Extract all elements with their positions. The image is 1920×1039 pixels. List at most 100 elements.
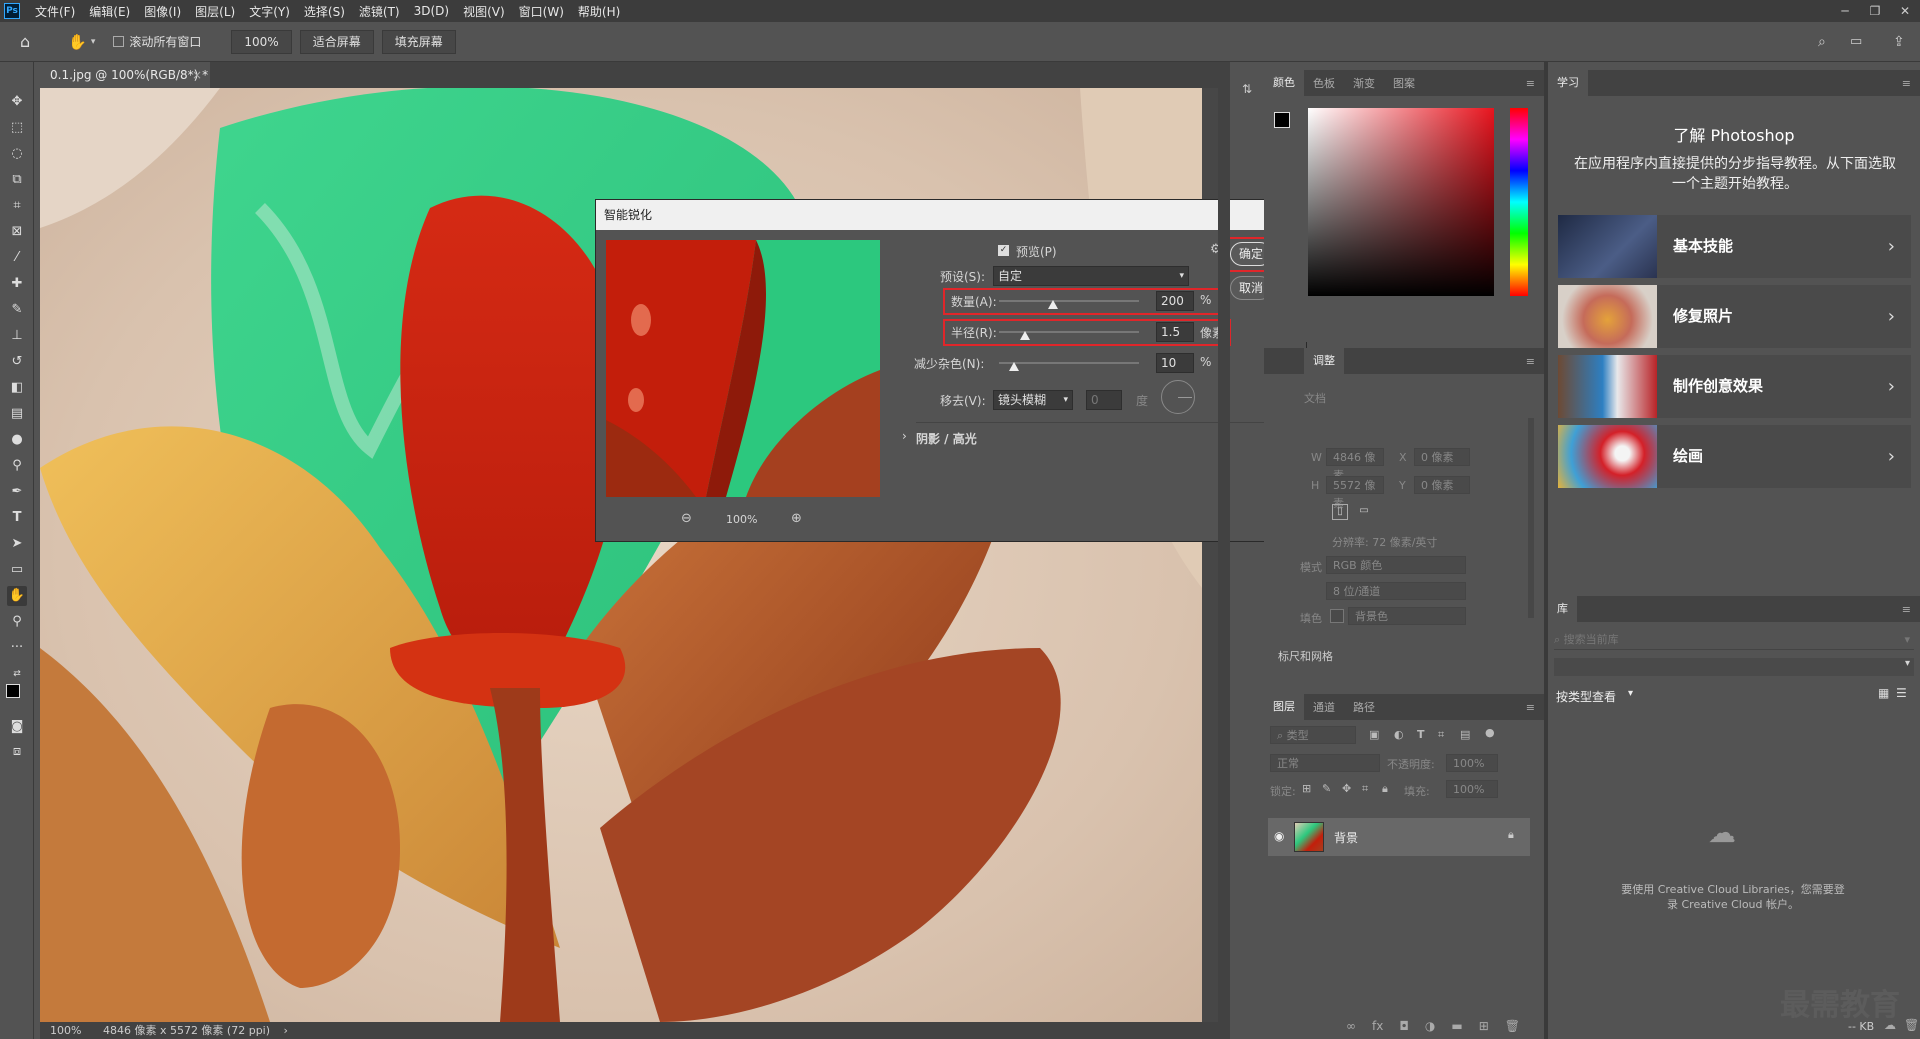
zoom-in-icon[interactable]: ⊕ [791, 511, 802, 526]
tab-adjustments[interactable]: 调整 [1304, 348, 1344, 374]
radius-input[interactable]: 1.5 [1156, 322, 1194, 342]
tab-swatches[interactable]: 色板 [1304, 75, 1344, 91]
grid-view-icon[interactable]: ▦ [1878, 686, 1889, 700]
height-field[interactable]: 5572 像素 [1326, 476, 1384, 510]
crop-tool-icon[interactable]: ⌗ [7, 196, 27, 216]
hand-tool-icon-active[interactable]: ✋ [7, 586, 27, 606]
lock-all-icon[interactable]: 🔒︎ [1382, 782, 1388, 796]
pen-tool-icon[interactable]: ✒ [7, 482, 27, 502]
screen-mode-icon[interactable]: ⧈ [7, 742, 27, 762]
list-view-icon[interactable]: ☰ [1896, 686, 1907, 700]
mode-dropdown[interactable]: RGB 颜色 [1326, 556, 1466, 574]
fill-dropdown[interactable]: 背景色 [1348, 607, 1466, 625]
blend-mode-dropdown[interactable]: 正常 [1270, 754, 1380, 772]
rectangle-tool-icon[interactable]: ▭ [7, 560, 27, 580]
menu-filter[interactable]: 滤镜(T) [352, 3, 407, 20]
history-icon[interactable]: ⇅ [1230, 74, 1264, 104]
menu-3d[interactable]: 3D(D) [407, 4, 456, 18]
menu-image[interactable]: 图像(I) [137, 3, 188, 20]
props-scrollbar[interactable] [1528, 418, 1534, 618]
hand-tool-icon[interactable]: ✋ [68, 33, 87, 51]
library-search[interactable]: ⌕ 搜索当前库 ▾ [1554, 630, 1914, 650]
delete-icon[interactable]: 🗑︎ [1904, 1018, 1919, 1032]
landscape-icon[interactable]: ▭ [1356, 504, 1372, 520]
history-brush-icon[interactable]: ↺ [7, 352, 27, 372]
close-tab-icon[interactable]: × [192, 62, 202, 88]
menu-edit[interactable]: 编辑(E) [82, 3, 137, 20]
fill-field[interactable]: 100% [1446, 780, 1498, 798]
status-zoom[interactable]: 100% [50, 1024, 81, 1037]
tab-libraries[interactable]: 库 [1548, 596, 1577, 622]
remove-dropdown[interactable]: 镜头模糊 ▾ [993, 390, 1073, 410]
layer-filter-dropdown[interactable]: ⌕ 类型 [1270, 726, 1356, 744]
healing-tool-icon[interactable]: ✚ [7, 274, 27, 294]
menu-select[interactable]: 选择(S) [297, 3, 352, 20]
tab-learn[interactable]: 学习 [1548, 70, 1588, 96]
fit-screen-button[interactable]: 适合屏幕 [299, 29, 374, 54]
amount-slider-track[interactable] [999, 300, 1139, 302]
path-select-icon[interactable]: ➤ [7, 534, 27, 554]
chevron-down-icon[interactable]: ▾ [1628, 688, 1633, 699]
depth-dropdown[interactable]: 8 位/通道 [1326, 582, 1466, 600]
width-field[interactable]: 4846 像素 [1326, 448, 1384, 482]
zoom-100-button[interactable]: 100% [231, 29, 292, 54]
eyedropper-tool-icon[interactable]: ⁄ [7, 248, 27, 268]
home-icon[interactable]: ⌂ [20, 32, 30, 51]
filter-adjust-icon[interactable]: ◐ [1394, 728, 1404, 741]
learn-item-painting[interactable]: 绘画 › [1558, 425, 1911, 488]
hue-slider[interactable] [1510, 108, 1528, 296]
frame-tool-icon[interactable]: ⊠ [7, 222, 27, 242]
lock-transparent-icon[interactable]: ⊞ [1302, 782, 1311, 795]
amount-slider-thumb[interactable] [1048, 300, 1058, 309]
share-icon[interactable]: ⇪ [1893, 34, 1905, 50]
tab-paths[interactable]: 路径 [1344, 699, 1384, 715]
dodge-tool-icon[interactable]: ⚲ [7, 456, 27, 476]
lock-artboard-icon[interactable]: ⌗ [1362, 782, 1368, 796]
y-field[interactable]: 0 像素 [1414, 476, 1470, 494]
menu-file[interactable]: 文件(F) [28, 3, 82, 20]
add-mask-icon[interactable]: ◘ [1399, 1019, 1409, 1039]
angle-dial[interactable] [1161, 380, 1195, 414]
type-tool-icon[interactable]: T [7, 508, 27, 528]
lasso-tool-icon[interactable]: ◌ [7, 144, 27, 164]
preview-checkbox[interactable]: ✓ [998, 245, 1009, 256]
tab-channels[interactable]: 通道 [1304, 699, 1344, 715]
lock-paint-icon[interactable]: ✎ [1322, 782, 1331, 795]
status-arrow-icon[interactable]: › [284, 1024, 288, 1037]
view-by-type[interactable]: 按类型查看 [1556, 688, 1616, 705]
opacity-field[interactable]: 100% [1446, 754, 1498, 772]
search-icon[interactable]: ⌕ [1818, 34, 1826, 50]
panel-menu-icon[interactable]: ≡ [1517, 701, 1544, 714]
eye-icon[interactable]: ◉ [1274, 829, 1284, 843]
object-select-tool-icon[interactable]: ⧉ [7, 170, 27, 190]
color-field[interactable] [1308, 108, 1494, 296]
cloud-sync-icon[interactable]: ☁ [1884, 1018, 1896, 1032]
noise-input[interactable]: 10 [1156, 353, 1194, 373]
restore-icon[interactable]: ❐ [1860, 0, 1890, 22]
menu-help[interactable]: 帮助(H) [571, 3, 627, 20]
learn-item-basic-skills[interactable]: 基本技能 › [1558, 215, 1911, 278]
tab-patterns[interactable]: 图案 [1384, 75, 1424, 91]
eraser-tool-icon[interactable]: ◧ [7, 378, 27, 398]
workspace-icon[interactable]: ▭ [1850, 34, 1862, 49]
rulers-grid-section[interactable]: 标尺和网格 [1278, 648, 1333, 664]
status-doc-info[interactable]: 4846 像素 x 5572 像素 (72 ppi) [103, 1024, 270, 1037]
fg-color-swatch[interactable] [1274, 112, 1290, 128]
shadow-highlight-section[interactable]: 阴影 / 高光 [916, 430, 977, 447]
link-layers-icon[interactable]: ∞ [1346, 1019, 1356, 1039]
panel-menu-icon[interactable]: ≡ [1517, 77, 1544, 90]
menu-window[interactable]: 窗口(W) [512, 3, 571, 20]
panel-menu-icon[interactable]: ≡ [1893, 603, 1920, 616]
filter-type-icon[interactable]: T [1417, 728, 1425, 741]
filter-shape-icon[interactable]: ⌗ [1438, 728, 1444, 742]
fx-icon[interactable]: fx [1372, 1019, 1383, 1039]
filter-toggle-icon[interactable]: ● [1485, 726, 1495, 739]
panel-menu-icon[interactable]: ≡ [1893, 77, 1920, 90]
minimize-icon[interactable]: ─ [1830, 0, 1860, 22]
menu-type[interactable]: 文字(Y) [242, 3, 297, 20]
adjustment-layer-icon[interactable]: ◑ [1425, 1019, 1435, 1039]
panel-menu-icon[interactable]: ≡ [1517, 355, 1544, 368]
noise-slider-track[interactable] [999, 362, 1139, 364]
expand-arrow-icon[interactable]: › [902, 429, 907, 443]
learn-item-creative-effects[interactable]: 制作创意效果 › [1558, 355, 1911, 418]
